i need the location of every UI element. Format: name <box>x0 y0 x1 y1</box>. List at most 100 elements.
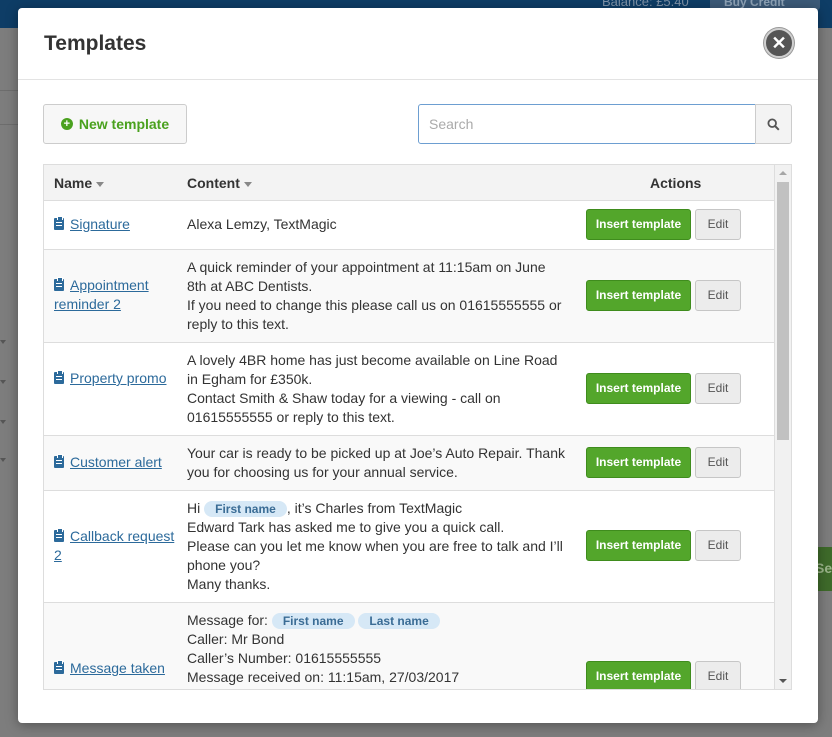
content-line: in Egham for £350k. <box>187 371 313 387</box>
content-line: you for choosing us for your annual serv… <box>187 464 458 480</box>
templates-modal: Templates ✕ + New template Name Content … <box>18 8 818 723</box>
template-name: Callback request 2 <box>54 528 175 563</box>
actions-cell: Insert template Edit <box>586 447 741 478</box>
first-name-tag: First name <box>204 501 287 517</box>
template-name: Property promo <box>70 370 167 386</box>
greeting-text: , it’s Charles from TextMagic <box>286 500 463 516</box>
table-row: Callback request 2 Hi First name, it’s C… <box>44 491 774 603</box>
content-line: A lovely 4BR home has just become availa… <box>187 352 558 368</box>
name-cell: Signature <box>54 215 176 234</box>
template-name-link[interactable]: Customer alert <box>54 453 162 472</box>
content-line: Message for: First name Last name <box>187 611 577 630</box>
clipboard-icon <box>54 528 64 542</box>
table-row: Customer alert Your car is ready to be p… <box>44 436 774 491</box>
content-line: 8th at ABC Dentists. <box>187 278 313 294</box>
new-template-label: New template <box>78 116 170 132</box>
last-name-tag: Last name <box>358 613 440 629</box>
insert-template-button[interactable]: Insert template <box>586 280 691 311</box>
insert-template-button[interactable]: Insert template <box>586 209 691 240</box>
templates-table: Name Content Actions Signature Alexa Lem… <box>43 164 775 690</box>
clipboard-icon <box>54 216 64 230</box>
actions-cell: Insert template Edit <box>586 373 741 404</box>
edit-button[interactable]: Edit <box>695 661 741 689</box>
content-cell: A quick reminder of your appointment at … <box>187 258 577 334</box>
name-cell: Message taken <box>54 659 176 678</box>
scroll-up-arrow-icon[interactable] <box>779 171 787 175</box>
insert-template-button[interactable]: Insert template <box>586 447 691 478</box>
background-caret-icon <box>0 340 6 344</box>
message-for-text: Message for: <box>187 612 268 628</box>
edit-button[interactable]: Edit <box>695 209 741 240</box>
content-line: 01615555555 or reply to this text. <box>187 409 395 425</box>
table-row: Property promo A lovely 4BR home has jus… <box>44 343 774 436</box>
content-cell: Message for: First name Last name Caller… <box>187 611 577 687</box>
content-line: Please can you let me know when you are … <box>187 538 563 554</box>
column-name-label: Name <box>54 175 93 191</box>
scroll-thumb[interactable] <box>777 182 789 440</box>
template-name-link[interactable]: Message taken <box>54 659 165 678</box>
column-header-content[interactable]: Content <box>187 175 252 191</box>
content-cell: Your car is ready to be picked up at Joe… <box>187 444 577 482</box>
content-line: Your car is ready to be picked up at Joe… <box>187 445 565 461</box>
greeting-text: Hi <box>187 500 201 516</box>
table-header: Name Content Actions <box>44 165 774 201</box>
content-line: Caller: Mr Bond <box>187 631 285 647</box>
name-cell: Callback request 2 <box>54 527 176 565</box>
template-name: Appointment reminder 2 <box>54 277 149 312</box>
sort-caret-icon <box>96 181 105 187</box>
content-cell: Alexa Lemzy, TextMagic <box>187 215 577 234</box>
content-line: Hi First name, it’s Charles from TextMag… <box>187 499 577 518</box>
actions-cell: Insert template Edit <box>586 209 741 240</box>
template-name-link[interactable]: Signature <box>54 215 130 234</box>
template-name-link[interactable]: Appointment reminder 2 <box>54 276 176 314</box>
new-template-button[interactable]: + New template <box>43 104 187 144</box>
template-name-link[interactable]: Callback request 2 <box>54 527 176 565</box>
template-name-link[interactable]: Property promo <box>54 369 166 388</box>
modal-header: Templates ✕ <box>18 8 818 80</box>
content-line: reply to this text. <box>187 316 289 332</box>
actions-cell: Insert template Edit <box>586 661 741 689</box>
search-button[interactable] <box>755 104 792 144</box>
content-line: Contact Smith & Shaw today for a viewing… <box>187 390 501 406</box>
column-header-name[interactable]: Name <box>54 175 105 191</box>
background-caret-icon <box>0 458 6 462</box>
column-header-actions: Actions <box>650 175 702 191</box>
table-scrollbar[interactable] <box>775 164 792 690</box>
content-line: phone you? <box>187 557 261 573</box>
insert-template-button[interactable]: Insert template <box>586 661 691 689</box>
background-divider <box>0 90 18 91</box>
toolbar: + New template <box>18 80 818 164</box>
insert-template-button[interactable]: Insert template <box>586 373 691 404</box>
content-line: Many thanks. <box>187 576 271 592</box>
insert-template-button[interactable]: Insert template <box>586 530 691 561</box>
name-cell: Customer alert <box>54 453 176 472</box>
edit-button[interactable]: Edit <box>695 373 741 404</box>
first-name-tag: First name <box>271 613 355 629</box>
content-line: Edward Tark has asked me to give you a q… <box>187 519 505 535</box>
clipboard-icon <box>54 454 64 468</box>
content-line: A quick reminder of your appointment at … <box>187 259 546 275</box>
search-icon <box>767 117 780 131</box>
close-icon[interactable]: ✕ <box>764 28 794 58</box>
edit-button[interactable]: Edit <box>695 530 741 561</box>
content-cell: Hi First name, it’s Charles from TextMag… <box>187 499 577 594</box>
actions-cell: Insert template Edit <box>586 280 741 311</box>
clipboard-icon <box>54 370 64 384</box>
scroll-down-arrow-icon[interactable] <box>779 679 787 683</box>
template-name: Signature <box>70 216 130 232</box>
content-cell: A lovely 4BR home has just become availa… <box>187 351 577 427</box>
content-line: Caller’s Number: 01615555555 <box>187 650 382 666</box>
template-name: Customer alert <box>70 454 162 470</box>
content-line: If you need to change this please call u… <box>187 297 562 313</box>
content-line: Message received on: 11:15am, 27/03/2017 <box>187 669 460 685</box>
plus-circle-icon: + <box>60 118 73 130</box>
search-input[interactable] <box>418 104 756 144</box>
edit-button[interactable]: Edit <box>695 447 741 478</box>
name-cell: Appointment reminder 2 <box>54 276 176 314</box>
edit-button[interactable]: Edit <box>695 280 741 311</box>
modal-title: Templates <box>44 32 147 55</box>
template-name: Message taken <box>70 660 165 676</box>
clipboard-icon <box>54 277 64 291</box>
background-divider <box>0 124 18 125</box>
name-cell: Property promo <box>54 369 176 388</box>
